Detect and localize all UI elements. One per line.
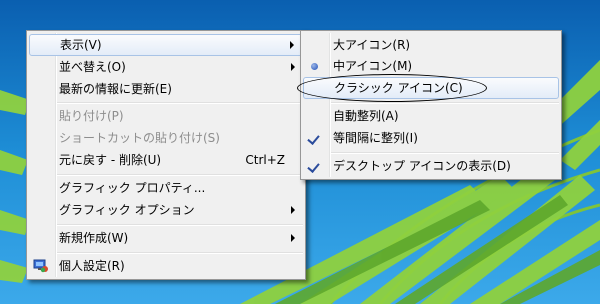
menu-item-new-label: 新規作成(W) <box>59 231 129 245</box>
submenu-item-auto-arrange[interactable]: 自動整列(A) <box>303 105 559 127</box>
submenu-item-medium-icons[interactable]: 中アイコン(M) <box>303 55 559 77</box>
submenu-item-large-icons-label: 大アイコン(R) <box>333 38 411 52</box>
menu-item-undo[interactable]: 元に戻す - 削除(U) Ctrl+Z <box>29 149 303 171</box>
menu-separator <box>57 252 303 254</box>
submenu-item-classic-icons[interactable]: クラシック アイコン(C) <box>303 77 559 99</box>
submenu-arrow-icon <box>291 234 295 242</box>
menu-item-sort-label: 並べ替え(O) <box>59 60 126 74</box>
menu-item-refresh[interactable]: 最新の情報に更新(E) <box>29 78 303 100</box>
submenu-arrow-icon <box>291 206 295 214</box>
menu-item-graphics-options-label: グラフィック オプション <box>59 203 195 217</box>
menu-item-view[interactable]: 表示(V) <box>29 34 303 56</box>
selected-bullet-icon <box>311 63 318 70</box>
menu-separator <box>57 224 303 226</box>
submenu-item-align-to-grid-label: 等間隔に整列(I) <box>333 131 418 145</box>
submenu-item-large-icons[interactable]: 大アイコン(R) <box>303 34 559 56</box>
view-submenu: 大アイコン(R) 中アイコン(M) クラシック アイコン(C) 自動整列(A) … <box>300 30 562 180</box>
menu-separator <box>57 174 303 176</box>
submenu-item-show-desktop-icons[interactable]: デスクトップ アイコンの表示(D) <box>303 155 559 177</box>
submenu-item-classic-icons-label: クラシック アイコン(C) <box>334 81 463 95</box>
checkmark-icon <box>307 160 320 173</box>
submenu-item-medium-icons-label: 中アイコン(M) <box>333 59 413 73</box>
menu-item-personalize[interactable]: 個人設定(R) <box>29 255 303 277</box>
menu-item-undo-label: 元に戻す - 削除(U) <box>59 153 162 167</box>
submenu-arrow-icon <box>290 41 294 49</box>
menu-item-undo-shortcut: Ctrl+Z <box>245 153 285 167</box>
submenu-item-auto-arrange-label: 自動整列(A) <box>333 109 399 123</box>
submenu-item-show-desktop-icons-label: デスクトップ アイコンの表示(D) <box>333 159 511 173</box>
personalize-icon <box>33 259 48 273</box>
menu-item-graphics-properties[interactable]: グラフィック プロパティ... <box>29 177 303 199</box>
menu-separator <box>331 152 559 154</box>
menu-item-new[interactable]: 新規作成(W) <box>29 227 303 249</box>
menu-item-graphics-properties-label: グラフィック プロパティ... <box>59 181 206 195</box>
menu-item-paste-shortcut: ショートカットの貼り付け(S) <box>29 127 303 149</box>
menu-separator <box>331 102 559 104</box>
menu-item-paste: 貼り付け(P) <box>29 105 303 127</box>
menu-item-paste-label: 貼り付け(P) <box>59 109 124 123</box>
desktop-context-menu: 表示(V) 並べ替え(O) 最新の情報に更新(E) 貼り付け(P) ショートカッ… <box>26 30 306 280</box>
menu-item-paste-shortcut-label: ショートカットの貼り付け(S) <box>59 131 220 145</box>
menu-separator <box>57 102 303 104</box>
menu-item-personalize-label: 個人設定(R) <box>59 259 125 273</box>
menu-item-view-label: 表示(V) <box>60 38 102 52</box>
submenu-item-align-to-grid[interactable]: 等間隔に整列(I) <box>303 127 559 149</box>
checkmark-icon <box>307 132 320 145</box>
submenu-arrow-icon <box>291 63 295 71</box>
menu-item-graphics-options[interactable]: グラフィック オプション <box>29 199 303 221</box>
menu-item-refresh-label: 最新の情報に更新(E) <box>59 82 172 96</box>
menu-item-sort[interactable]: 並べ替え(O) <box>29 56 303 78</box>
